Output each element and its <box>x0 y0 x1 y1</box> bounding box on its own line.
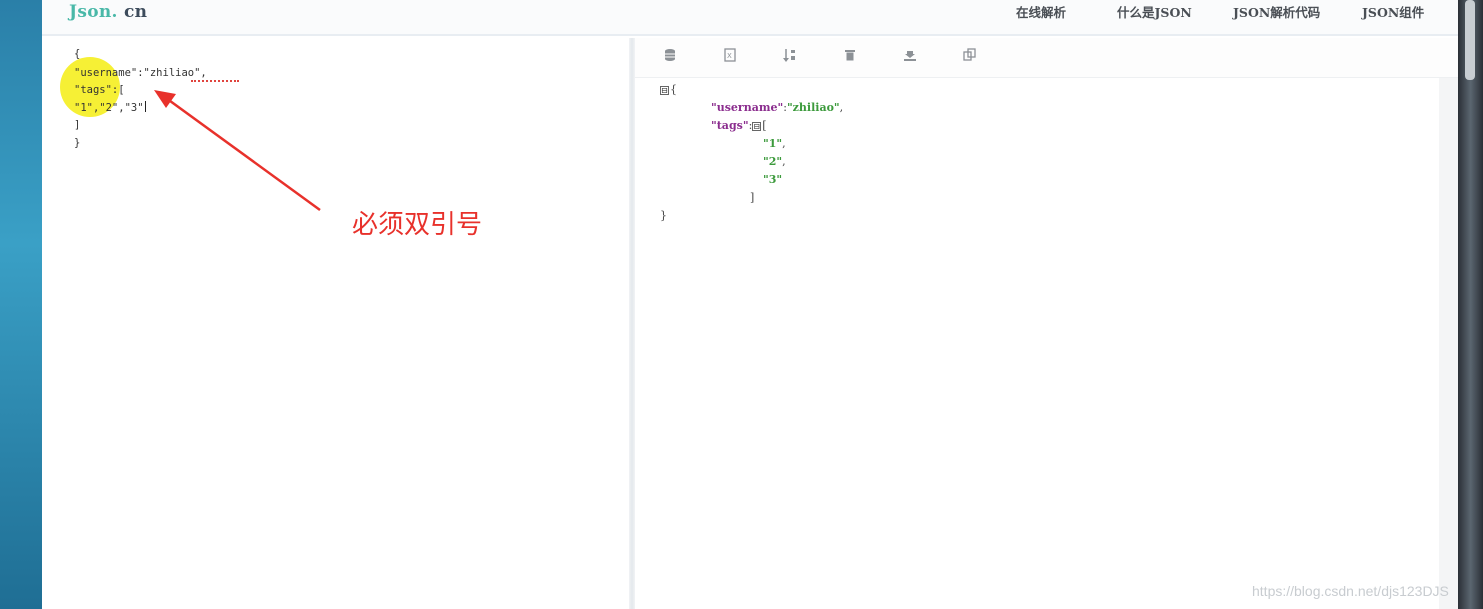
trash-icon[interactable] <box>843 48 857 64</box>
tree-root-line: ⊟{ <box>660 83 677 96</box>
main-nav: 在线解析 什么是JSON JSON解析代码 JSON组件 <box>42 2 1458 22</box>
tree-close-brace: } <box>660 209 667 222</box>
tree-comma: , <box>839 101 844 114</box>
nav-what-is-json[interactable]: 什么是JSON <box>1117 2 1192 21</box>
download-icon[interactable] <box>903 48 917 64</box>
excel-icon[interactable]: X <box>723 48 737 64</box>
desktop-background-left <box>0 0 42 609</box>
json-input-editor[interactable]: { "username":"zhiliao", "tags":[ "1","2"… <box>42 38 632 609</box>
window-scrollbar[interactable] <box>1458 0 1483 609</box>
collapse-toggle-icon[interactable]: ⊟ <box>660 86 669 95</box>
editor-line[interactable]: ] <box>74 119 80 131</box>
tree-close-bracket-text: ] <box>750 191 755 204</box>
tree-comma: , <box>782 137 786 150</box>
nav-json-components[interactable]: JSON组件 <box>1362 2 1424 21</box>
tree-string-value: "1" <box>763 137 783 150</box>
tree-key: "username" <box>711 101 784 114</box>
tree-close-bracket: ] <box>750 191 754 204</box>
collapse-toggle-icon[interactable]: ⊟ <box>752 122 762 131</box>
svg-text:X: X <box>727 52 732 60</box>
annotation-label: 必须双引号 <box>352 210 483 240</box>
nav-json-parse-code[interactable]: JSON解析代码 <box>1233 2 1320 21</box>
tree-toolbar: X <box>635 38 1458 78</box>
tree-key: "tags" <box>711 119 749 132</box>
site-header: Json. cn 在线解析 什么是JSON JSON解析代码 JSON组件 <box>42 0 1458 36</box>
editor-line[interactable]: { <box>74 48 80 60</box>
tree-close-brace-text: } <box>660 209 667 222</box>
nav-online-parse[interactable]: 在线解析 <box>1016 2 1066 21</box>
copy-icon[interactable] <box>963 48 977 64</box>
tree-array-item: "3" <box>763 173 782 186</box>
tree-property-username: "username":"zhiliao", <box>711 101 843 114</box>
database-icon[interactable] <box>663 48 677 64</box>
editor-line[interactable]: } <box>74 137 80 149</box>
window-scrollbar-thumb[interactable] <box>1465 0 1475 80</box>
tree-open-bracket: [ <box>762 119 767 132</box>
tree-string-value: "3" <box>763 173 783 186</box>
tree-open-brace: { <box>670 83 677 96</box>
tree-comma: , <box>782 155 786 168</box>
tree-array-item: "1", <box>763 137 786 150</box>
editor-line-with-caret[interactable]: "1","2","3" <box>74 101 146 114</box>
tree-string-value: "2" <box>763 155 783 168</box>
tree-property-tags: "tags":⊟[ <box>711 119 767 132</box>
sort-icon[interactable] <box>783 48 797 64</box>
editor-line-text: "1","2","3" <box>74 102 144 114</box>
json-tree-view: X ⊟{ "username":"zhiliao", "tags":⊟[ "1"… <box>635 38 1458 609</box>
annotation-arrow <box>154 90 321 212</box>
tree-string-value: "zhiliao" <box>786 101 840 114</box>
watermark-text: https://blog.csdn.net/djs123DJS <box>1252 583 1449 599</box>
editor-line[interactable]: "tags":[ <box>74 84 125 96</box>
browser-page: Json. cn 在线解析 什么是JSON JSON解析代码 JSON组件 { … <box>42 0 1458 609</box>
tree-array-item: "2", <box>763 155 786 168</box>
tree-scrollbar[interactable] <box>1439 78 1458 609</box>
